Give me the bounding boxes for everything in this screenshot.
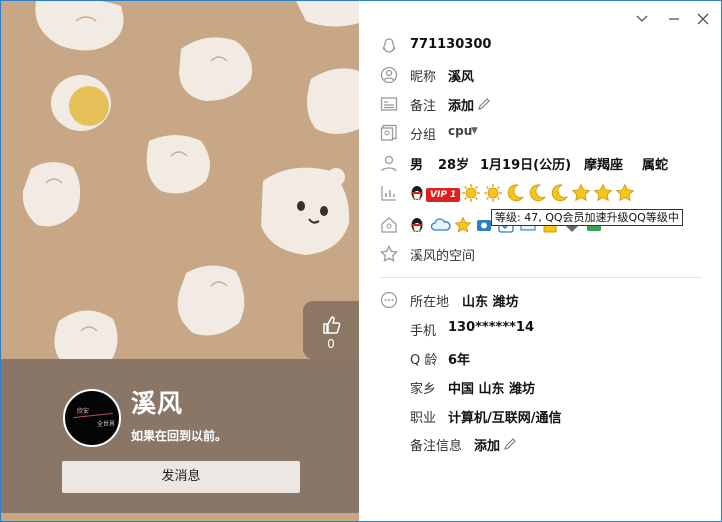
house-icon [381, 217, 397, 233]
birthday: 1月19日(公历) [480, 158, 572, 173]
person-icon [381, 155, 397, 172]
phone-label: 手机 [410, 324, 437, 339]
phone-row: 手机 130******14 [360, 317, 721, 341]
star-icon [615, 183, 635, 202]
gender: 男 [410, 158, 424, 173]
thumbs-up-icon [323, 316, 341, 334]
qq-number: 771130300 [410, 37, 492, 52]
star-service-icon[interactable] [454, 216, 472, 234]
hometown-label: 家乡 [410, 382, 437, 397]
qq-number-row: 771130300 [360, 34, 721, 58]
card-signature: 如果在回到以前。 [131, 429, 228, 443]
hometown-row: 家乡 中国 山东 潍坊 [360, 375, 721, 399]
qq-show-icon[interactable] [409, 216, 425, 234]
level-chart-icon [381, 186, 396, 201]
like-button[interactable]: 0 [303, 301, 359, 359]
zodiac: 摩羯座 [584, 158, 624, 173]
dropdown-window-button[interactable] [635, 12, 649, 26]
user-circle-icon [380, 66, 398, 84]
more-dots-icon[interactable] [380, 291, 398, 309]
note-add-link[interactable]: 添加 [474, 435, 500, 454]
location-value: 山东 潍坊 [462, 295, 519, 310]
avatar[interactable]: 欣安 全世界 [63, 389, 121, 447]
age: 28岁 [438, 158, 470, 173]
qage-value: 6年 [448, 353, 471, 368]
moon-icon [529, 184, 546, 202]
qq-penguin-color-icon [411, 186, 423, 200]
avatar-text-2: 全世界 [97, 421, 116, 428]
bottom-strip [1, 513, 359, 521]
phone-value: 130******14 [448, 320, 535, 335]
group-folder-icon [380, 124, 397, 141]
divider [380, 277, 702, 278]
star-icon [571, 183, 591, 202]
star-outline-icon [380, 245, 398, 263]
moon-icon [507, 184, 524, 202]
nickname-label: 昵称 [410, 70, 437, 85]
note-label: 备注信息 [410, 439, 463, 454]
profile-card-panel: 0 欣安 全世界 溪风 如果在回到以前。 发消息 [1, 1, 359, 521]
chinese-zodiac: 属蛇 [642, 158, 669, 173]
remark-add-link[interactable]: 添加 [448, 95, 474, 114]
job-label: 职业 [410, 411, 437, 426]
minimize-button[interactable] [667, 12, 681, 26]
location-row: 所在地 山东 潍坊 [360, 288, 721, 312]
nickname-row: 昵称 溪风 [360, 63, 721, 87]
level-tooltip: 等级: 47, QQ会员加速升级QQ等级中 [491, 209, 683, 226]
qage-row: Q 龄 6年 [360, 346, 721, 370]
chevron-down-icon[interactable]: ▼ [471, 126, 478, 136]
group-row: 分组 cpu ▼ [360, 121, 721, 145]
close-button[interactable] [696, 12, 710, 26]
weiyun-cloud-icon[interactable] [431, 218, 451, 232]
edit-pencil-icon[interactable] [503, 437, 517, 451]
group-select[interactable]: cpu [448, 124, 472, 138]
job-row: 职业 计算机/互联网/通信 [360, 404, 721, 428]
space-link[interactable]: 溪风的空间 [410, 245, 475, 264]
sun-icon [484, 184, 502, 202]
profile-window: 0 欣安 全世界 溪风 如果在回到以前。 发消息 771130300 昵称 溪风 [0, 0, 722, 522]
nickname-value: 溪风 [448, 70, 475, 85]
vip-badge[interactable]: VIP 1 [426, 188, 461, 202]
moon-icon [551, 184, 568, 202]
star-icon [593, 183, 613, 202]
hometown-value: 中国 山东 潍坊 [448, 382, 536, 397]
location-label: 所在地 [410, 295, 450, 310]
note-row: 备注信息 添加 [360, 432, 721, 456]
sun-icon [462, 184, 480, 202]
card-icon [380, 97, 398, 111]
space-row: 溪风的空间 [360, 242, 721, 266]
qq-penguin-icon [382, 38, 396, 53]
send-message-button[interactable]: 发消息 [62, 461, 300, 493]
group-label: 分组 [410, 128, 437, 143]
remark-label: 备注 [410, 99, 437, 114]
edit-pencil-icon[interactable] [477, 97, 491, 111]
qage-label: Q 龄 [410, 353, 438, 368]
remark-row: 备注 添加 [360, 92, 721, 116]
avatar-text-1: 欣安 [77, 408, 90, 415]
basic-info-row: 男 28岁 1月19日(公历) 摩羯座 属蛇 [360, 151, 721, 175]
job-value: 计算机/互联网/通信 [448, 411, 562, 426]
like-count: 0 [327, 337, 335, 351]
profile-info-panel: 771130300 昵称 溪风 备注 添加 分组 cpu ▼ 男 28岁 1月1… [360, 1, 721, 521]
level-row: VIP 1 [360, 181, 721, 205]
card-nickname: 溪风 [131, 389, 184, 418]
camera-service-icon[interactable] [476, 217, 492, 233]
